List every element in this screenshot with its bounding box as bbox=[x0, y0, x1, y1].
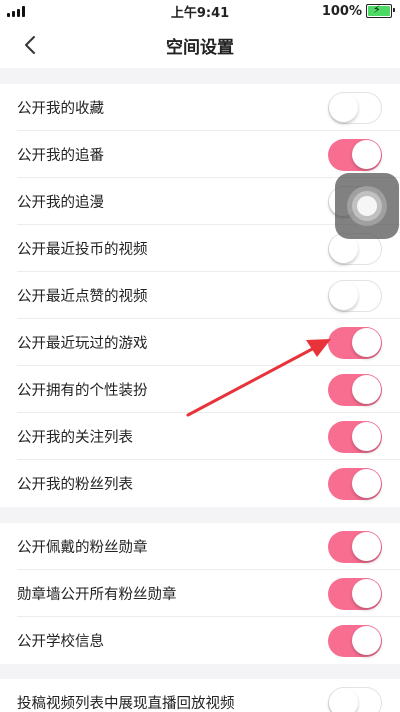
toggle-switch[interactable] bbox=[328, 327, 382, 359]
toggle-knob bbox=[352, 140, 381, 169]
settings-row: 公开我的收藏 bbox=[0, 84, 400, 131]
settings-row-label: 公开我的收藏 bbox=[17, 101, 104, 117]
toggle-knob bbox=[352, 626, 381, 655]
settings-row: 公开我的关注列表 bbox=[0, 413, 400, 460]
toggle-switch[interactable] bbox=[328, 578, 382, 610]
settings-row-label: 公开我的关注列表 bbox=[17, 430, 133, 446]
toggle-knob bbox=[329, 281, 358, 310]
settings-group-privacy: 公开我的收藏 公开我的追番 公开我的追漫公开最近投币的视频 公开最近点赞的视频 公开最近… bbox=[0, 84, 400, 507]
toggle-switch[interactable] bbox=[328, 374, 382, 406]
settings-row-label: 公开最近投币的视频 bbox=[17, 242, 148, 258]
settings-row-label: 公开我的追漫 bbox=[17, 195, 104, 211]
page-title: 空间设置 bbox=[166, 37, 234, 58]
settings-row-label: 公开我的追番 bbox=[17, 148, 104, 164]
settings-row: 投稿视频列表中展现直播回放视频 bbox=[0, 679, 400, 712]
status-time: 上午9:41 bbox=[170, 5, 230, 21]
toggle-knob bbox=[352, 328, 381, 357]
assistive-touch-button[interactable] bbox=[335, 173, 399, 239]
settings-group-medals: 公开佩戴的粉丝勋章勋章墙公开所有粉丝勋章 公开学校信息 bbox=[0, 523, 400, 664]
settings-row: 公开拥有的个性装扮 bbox=[0, 366, 400, 413]
toggle-knob bbox=[352, 469, 381, 498]
settings-row: 公开我的粉丝列表 bbox=[0, 460, 400, 507]
settings-row: 公开学校信息 bbox=[0, 617, 400, 664]
charging-bolt-icon: ⚡ bbox=[373, 3, 381, 16]
toggle-switch[interactable] bbox=[328, 687, 382, 712]
settings-row: 公开最近点赞的视频 bbox=[0, 272, 400, 319]
toggle-switch[interactable] bbox=[328, 468, 382, 500]
toggle-knob bbox=[352, 532, 381, 561]
toggle-switch[interactable] bbox=[328, 280, 382, 312]
settings-group-videos: 投稿视频列表中展现直播回放视频 bbox=[0, 679, 400, 712]
toggle-knob bbox=[352, 579, 381, 608]
section-gap bbox=[0, 507, 400, 523]
toggle-knob bbox=[352, 422, 381, 451]
settings-row-label: 公开最近玩过的游戏 bbox=[17, 336, 148, 352]
settings-row-label: 投稿视频列表中展现直播回放视频 bbox=[17, 696, 235, 712]
settings-row-label: 勋章墙公开所有粉丝勋章 bbox=[17, 587, 177, 603]
settings-row: 公开最近玩过的游戏 bbox=[0, 319, 400, 366]
settings-row-label: 公开佩戴的粉丝勋章 bbox=[17, 540, 148, 556]
settings-row: 公开佩戴的粉丝勋章 bbox=[0, 523, 400, 570]
toggle-knob bbox=[352, 375, 381, 404]
chevron-left-icon[interactable] bbox=[20, 34, 40, 56]
nav-bar: 空间设置 bbox=[0, 22, 400, 68]
toggle-switch[interactable] bbox=[328, 625, 382, 657]
section-gap bbox=[0, 68, 400, 84]
toggle-switch[interactable] bbox=[328, 531, 382, 563]
toggle-knob bbox=[329, 688, 358, 712]
settings-row-label: 公开学校信息 bbox=[17, 634, 104, 650]
screen: 上午9:41 100% ⚡ 空间设置 公开我的收藏 公开我的追番 公开我的追漫公开最… bbox=[0, 0, 400, 712]
settings-row: 公开我的追番 bbox=[0, 131, 400, 178]
settings-row-label: 公开最近点赞的视频 bbox=[17, 289, 148, 305]
battery-icon: ⚡ bbox=[366, 3, 395, 18]
toggle-switch[interactable] bbox=[328, 92, 382, 124]
toggle-knob bbox=[329, 93, 358, 122]
status-bar: 上午9:41 100% ⚡ bbox=[0, 0, 400, 22]
settings-row-label: 公开我的粉丝列表 bbox=[17, 477, 133, 493]
settings-row: 勋章墙公开所有粉丝勋章 bbox=[0, 570, 400, 617]
toggle-switch[interactable] bbox=[328, 421, 382, 453]
section-gap bbox=[0, 664, 400, 679]
toggle-switch[interactable] bbox=[328, 139, 382, 171]
settings-row-label: 公开拥有的个性装扮 bbox=[17, 383, 148, 399]
